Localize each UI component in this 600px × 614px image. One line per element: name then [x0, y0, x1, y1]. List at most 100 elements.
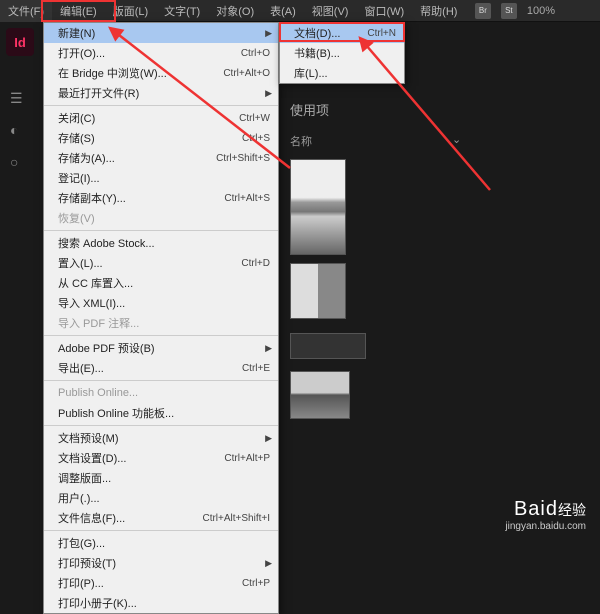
recent-files: [290, 159, 600, 419]
menu-item[interactable]: 文档预设(M)▶: [44, 428, 278, 448]
recent-thumb[interactable]: [290, 371, 350, 419]
menu-item[interactable]: 存储副本(Y)...Ctrl+Alt+S: [44, 188, 278, 208]
submenu-arrow-icon: ▶: [265, 343, 272, 354]
menu-separator: [44, 425, 278, 426]
menu-item-label: 恢复(V): [58, 210, 270, 226]
menu-item-label: 从 CC 库置入...: [58, 275, 270, 291]
menu-view[interactable]: 视图(V): [304, 0, 357, 22]
menu-item-shortcut: Ctrl+Alt+S: [224, 193, 270, 204]
menu-item-label: 登记(I)...: [58, 170, 270, 186]
menu-edit[interactable]: 编辑(E): [52, 0, 105, 22]
watermark: Baid经验 jingyan.baidu.com: [505, 498, 586, 532]
submenu-arrow-icon: ▶: [265, 558, 272, 569]
recent-thumb[interactable]: [290, 333, 366, 359]
submenu-item[interactable]: 书籍(B)...: [280, 43, 404, 63]
menu-separator: [44, 380, 278, 381]
submenu-item-shortcut: Ctrl+N: [367, 28, 396, 39]
menu-text[interactable]: 文字(T): [156, 0, 208, 22]
column-name[interactable]: 名称: [290, 133, 312, 149]
menu-item-shortcut: Ctrl+Alt+P: [224, 453, 270, 464]
bridge-icon[interactable]: Br: [475, 3, 491, 19]
sort-chevron-icon[interactable]: ⌄: [452, 133, 461, 149]
menu-item[interactable]: Publish Online...: [44, 383, 278, 403]
recent-thumb[interactable]: [290, 263, 346, 319]
stock-icon[interactable]: St: [501, 3, 517, 19]
menu-item-shortcut: Ctrl+S: [242, 133, 270, 144]
left-rail: ☰ ◐ ○: [6, 90, 32, 172]
recent-thumb[interactable]: [290, 159, 346, 255]
menu-table[interactable]: 表(A): [262, 0, 304, 22]
watermark-brand: Baid: [514, 498, 558, 520]
menu-item[interactable]: Publish Online 功能板...: [44, 403, 278, 423]
menu-layout[interactable]: 版面(L): [105, 0, 156, 22]
menu-item[interactable]: 恢复(V): [44, 208, 278, 228]
menu-file[interactable]: 文件(F): [0, 0, 52, 22]
menu-item[interactable]: 最近打开文件(R)▶: [44, 83, 278, 103]
menu-item[interactable]: 存储为(A)...Ctrl+Shift+S: [44, 148, 278, 168]
submenu-item-label: 文档(D)...: [294, 25, 367, 41]
menu-item-label: 搜索 Adobe Stock...: [58, 235, 270, 251]
menu-item-label: 导出(E)...: [58, 360, 242, 376]
menu-item[interactable]: 登记(I)...: [44, 168, 278, 188]
menu-item-label: 新建(N): [58, 25, 270, 41]
section-title: 使用项: [290, 100, 600, 119]
menu-item-shortcut: Ctrl+D: [241, 258, 270, 269]
menu-item[interactable]: 置入(L)...Ctrl+D: [44, 253, 278, 273]
learn-icon[interactable]: ◐: [10, 122, 28, 140]
menu-item[interactable]: 打包(G)...: [44, 533, 278, 553]
menu-item-label: 打印预设(T): [58, 555, 270, 571]
submenu-arrow-icon: ▶: [265, 433, 272, 444]
menu-item[interactable]: 搜索 Adobe Stock...: [44, 233, 278, 253]
menu-item[interactable]: 关闭(C)Ctrl+W: [44, 108, 278, 128]
menu-item[interactable]: 导出(E)...Ctrl+E: [44, 358, 278, 378]
menu-item-label: 在 Bridge 中浏览(W)...: [58, 65, 223, 81]
menu-item-shortcut: Ctrl+Alt+O: [223, 68, 270, 79]
menu-item[interactable]: 在 Bridge 中浏览(W)...Ctrl+Alt+O: [44, 63, 278, 83]
menu-item[interactable]: 打印小册子(K)...: [44, 593, 278, 613]
menu-item[interactable]: 导入 PDF 注释...: [44, 313, 278, 333]
menu-item[interactable]: 打印(P)...Ctrl+P: [44, 573, 278, 593]
menu-item-label: 最近打开文件(R): [58, 85, 270, 101]
menu-window[interactable]: 窗口(W): [356, 0, 412, 22]
menu-item[interactable]: Adobe PDF 预设(B)▶: [44, 338, 278, 358]
menu-item-label: Publish Online 功能板...: [58, 405, 270, 421]
home-icon[interactable]: ☰: [10, 90, 28, 108]
menu-item-shortcut: Ctrl+Alt+Shift+I: [202, 513, 270, 524]
menu-separator: [44, 335, 278, 336]
recent-panel: 使用项 名称 ⌄: [290, 100, 600, 419]
menu-item-label: 打包(G)...: [58, 535, 270, 551]
menu-item-label: 导入 XML(I)...: [58, 295, 270, 311]
menu-item[interactable]: 存储(S)Ctrl+S: [44, 128, 278, 148]
menu-item-label: 关闭(C): [58, 110, 239, 126]
menu-object[interactable]: 对象(O): [208, 0, 262, 22]
zoom-level[interactable]: 100%: [527, 5, 555, 17]
menu-item[interactable]: 用户(.)...: [44, 488, 278, 508]
menu-item-label: 用户(.)...: [58, 490, 270, 506]
submenu-arrow-icon: ▶: [265, 88, 272, 99]
column-headers: 名称 ⌄: [290, 133, 600, 149]
menu-item-label: 打开(O)...: [58, 45, 241, 61]
menu-item[interactable]: 文件信息(F)...Ctrl+Alt+Shift+I: [44, 508, 278, 528]
menu-item[interactable]: 打开(O)...Ctrl+O: [44, 43, 278, 63]
menu-item-shortcut: Ctrl+Shift+S: [216, 153, 270, 164]
menu-help[interactable]: 帮助(H): [412, 0, 465, 22]
menu-item-label: Adobe PDF 预设(B): [58, 340, 270, 356]
submenu-item[interactable]: 库(L)...: [280, 63, 404, 83]
menu-item-label: 文档设置(D)...: [58, 450, 224, 466]
menu-item-shortcut: Ctrl+O: [241, 48, 270, 59]
menu-item[interactable]: 文档设置(D)...Ctrl+Alt+P: [44, 448, 278, 468]
menu-item-label: 文件信息(F)...: [58, 510, 202, 526]
menu-item-label: Publish Online...: [58, 387, 270, 399]
menu-item[interactable]: 导入 XML(I)...: [44, 293, 278, 313]
menu-item-label: 调整版面...: [58, 470, 270, 486]
menubar-right: Br St 100%: [475, 3, 600, 19]
menu-item[interactable]: 打印预设(T)▶: [44, 553, 278, 573]
menu-item[interactable]: 从 CC 库置入...: [44, 273, 278, 293]
menu-item[interactable]: 调整版面...: [44, 468, 278, 488]
submenu-item-label: 书籍(B)...: [294, 45, 396, 61]
menu-item-shortcut: Ctrl+W: [239, 113, 270, 124]
circle-icon[interactable]: ○: [10, 154, 28, 172]
menu-item-label: 存储副本(Y)...: [58, 190, 224, 206]
menu-item[interactable]: 新建(N)▶: [44, 23, 278, 43]
submenu-item[interactable]: 文档(D)...Ctrl+N: [280, 23, 404, 43]
